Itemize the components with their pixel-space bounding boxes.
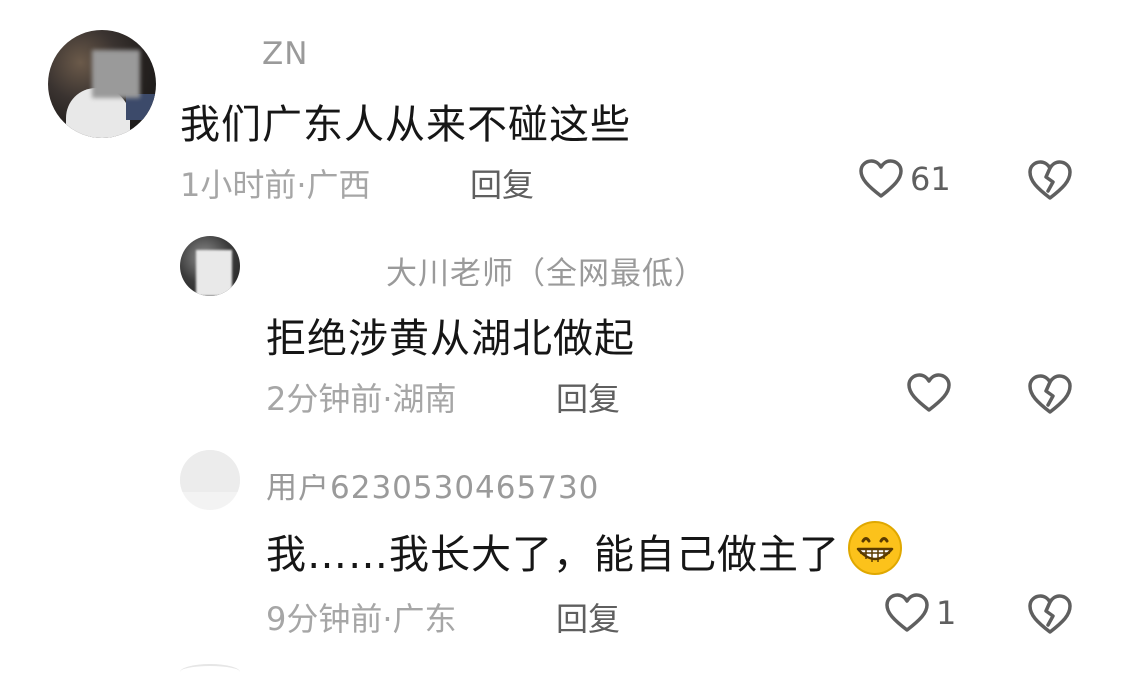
like-count: 61 (910, 160, 951, 198)
broken-heart-icon (1028, 160, 1072, 200)
grinning-face-emoji (846, 519, 904, 587)
heart-icon (859, 159, 903, 198)
heart-icon (885, 593, 929, 632)
reply-button[interactable]: 回复 (556, 374, 620, 420)
comment-text-body: 我……我长大了，能自己做主了 (266, 532, 840, 578)
dislike-button[interactable] (1026, 372, 1074, 420)
like-count: 1 (936, 594, 957, 632)
comment-time-location: 2分钟前·湖南 (266, 380, 457, 418)
comment-text: 我们广东人从来不碰这些 (180, 102, 631, 148)
heart-icon (907, 373, 951, 412)
like-button[interactable] (906, 372, 958, 414)
next-comment-avatar-partial (180, 664, 240, 680)
comment-username[interactable]: 大川老师（全网最低） (386, 248, 706, 293)
comment-text: 我……我长大了，能自己做主了 (266, 519, 904, 587)
avatar[interactable] (180, 236, 240, 296)
avatar[interactable] (48, 30, 156, 138)
comment-text: 拒绝涉黄从湖北做起 (266, 316, 635, 362)
reply-button[interactable]: 回复 (470, 160, 534, 206)
comment-time-location: 1小时前·广西 (180, 166, 371, 204)
like-button[interactable]: 1 (884, 592, 956, 634)
like-button[interactable]: 61 (858, 158, 951, 200)
dislike-button[interactable] (1026, 592, 1074, 640)
comment-time-location: 9分钟前·广东 (266, 600, 457, 638)
comment-username[interactable]: ZN (262, 36, 308, 72)
avatar[interactable] (180, 450, 240, 510)
dislike-button[interactable] (1026, 158, 1074, 206)
broken-heart-icon (1028, 374, 1072, 414)
reply-button[interactable]: 回复 (556, 594, 620, 640)
broken-heart-icon (1028, 594, 1072, 634)
